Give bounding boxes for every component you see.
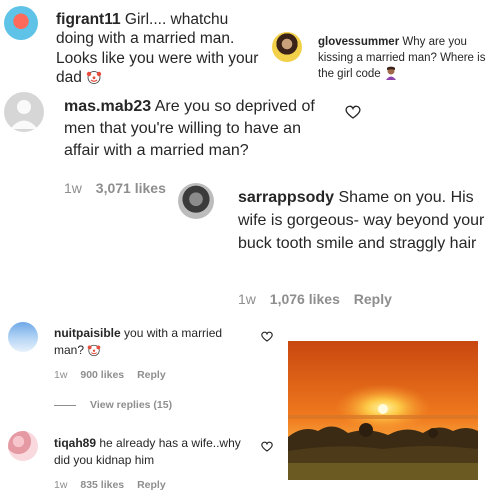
avatar-nuitpaisible[interactable] xyxy=(8,322,38,352)
comment-nuitpaisible: nuitpaisible you with a married man? xyxy=(54,325,244,359)
likes-count[interactable]: 900 likes xyxy=(80,369,124,381)
username[interactable]: nuitpaisible xyxy=(54,326,121,340)
timestamp: 1w xyxy=(64,180,82,196)
avatar-sarrappsody[interactable] xyxy=(178,183,214,219)
comment-meta-nuitpaisible: 1w 900 likes Reply xyxy=(54,369,176,381)
avatar-mas-mab23[interactable] xyxy=(4,92,44,132)
heart-icon[interactable] xyxy=(261,441,273,452)
timestamp: 1w xyxy=(54,479,68,491)
clown-face-icon xyxy=(86,71,102,85)
reply-button[interactable]: Reply xyxy=(137,369,166,381)
comment-sarrappsody: sarrappsody Shame on you. His wife is go… xyxy=(238,186,494,256)
likes-count[interactable]: 3,071 likes xyxy=(96,180,166,196)
avatar-glovessummer[interactable] xyxy=(272,32,302,62)
view-replies-button[interactable]: View replies (15) xyxy=(90,399,172,411)
comment-meta-tiqah89: 1w 835 likes Reply xyxy=(54,479,176,491)
heart-icon[interactable] xyxy=(345,105,361,119)
clown-face-icon xyxy=(88,344,101,356)
likes-count[interactable]: 1,076 likes xyxy=(270,291,340,307)
likes-count[interactable]: 835 likes xyxy=(80,479,124,491)
sunset-photo xyxy=(288,341,478,480)
reply-button[interactable]: Reply xyxy=(137,479,166,491)
username[interactable]: glovessummer xyxy=(318,36,399,48)
avatar-figrant11[interactable] xyxy=(4,6,38,40)
default-avatar-icon xyxy=(10,100,38,129)
reply-button[interactable]: Reply xyxy=(354,291,392,307)
timestamp: 1w xyxy=(238,291,256,307)
comment-tiqah89: tiqah89 he already has a wife..why did y… xyxy=(54,435,254,469)
woman-facepalming-icon xyxy=(385,66,396,81)
username[interactable]: sarrappsody xyxy=(238,189,334,206)
avatar-tiqah89[interactable] xyxy=(8,431,38,461)
username[interactable]: tiqah89 xyxy=(54,436,96,450)
comment-meta-mas-mab23: 1w 3,071 likes xyxy=(64,180,176,196)
view-replies-label: View replies (15) xyxy=(90,399,173,411)
username[interactable]: figrant11 xyxy=(56,11,121,28)
comment-mas-mab23: mas.mab23 Are you so deprived of men tha… xyxy=(64,96,322,162)
comment-glovessummer: glovessummer Why are you kissing a marri… xyxy=(318,34,498,82)
comment-meta-sarrappsody: 1w 1,076 likes Reply xyxy=(238,291,402,307)
username[interactable]: mas.mab23 xyxy=(64,98,151,115)
timestamp: 1w xyxy=(54,369,68,381)
comment-figrant11: figrant11 Girl.... whatchu doing with a … xyxy=(56,10,266,88)
view-replies-divider xyxy=(54,405,76,406)
heart-icon[interactable] xyxy=(261,331,273,342)
